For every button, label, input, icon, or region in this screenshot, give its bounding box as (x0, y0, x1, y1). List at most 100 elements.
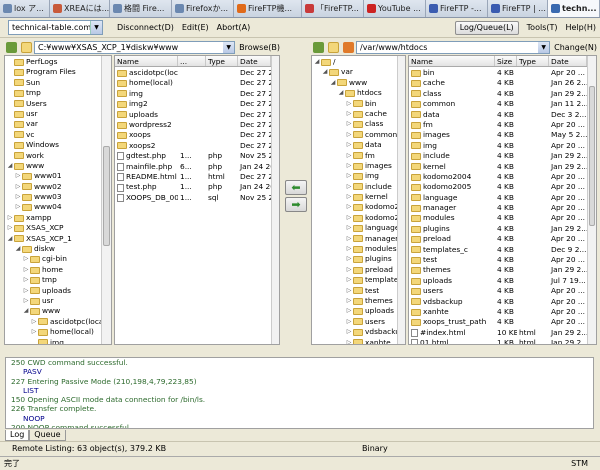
file-row[interactable]: users 4 KB Apr 20 ... (409, 286, 596, 296)
browser-tab[interactable]: FireFTP機... (234, 0, 302, 17)
expand-toggle-icon[interactable]: ▷ (345, 234, 353, 244)
browser-tab[interactable]: FireFTP -... (426, 0, 488, 17)
file-row[interactable]: vdsbackup 4 KB Apr 20 ... (409, 297, 596, 307)
local-folder-tree[interactable]: PerfLogs Program Files Sun tmp Users usr var vc… (4, 55, 112, 345)
expand-toggle-icon[interactable]: ◢ (22, 306, 30, 316)
expand-toggle-icon[interactable]: ▷ (345, 171, 353, 181)
local-path-input[interactable]: C:¥www¥XSAS_XCP_1¥diskw¥www ▼ (34, 40, 236, 54)
browser-tab[interactable]: 格闘 Fire... (110, 0, 172, 17)
tree-item[interactable]: ▷ users (312, 317, 398, 327)
file-row[interactable]: README.html1... html Dec 27 2... (115, 172, 279, 182)
expand-toggle-icon[interactable]: ▷ (345, 119, 353, 129)
tree-item[interactable]: Sun (5, 78, 101, 88)
expand-toggle-icon[interactable]: ▷ (14, 192, 22, 202)
log-tab[interactable]: Log (5, 430, 30, 441)
file-row[interactable]: uploads 4 KB Jul 7 19... (409, 276, 596, 286)
file-row[interactable]: wordpress2 Dec 27 2... (115, 120, 279, 130)
expand-toggle-icon[interactable]: ▷ (345, 99, 353, 109)
expand-toggle-icon[interactable]: ◢ (6, 161, 14, 171)
file-row[interactable]: kodomo2005 4 KB Apr 20 ... (409, 182, 596, 192)
tree-item[interactable]: work (5, 151, 101, 161)
tree-item[interactable]: Users (5, 99, 101, 109)
file-row[interactable]: images 4 KB May 5 2... (409, 130, 596, 140)
tree-item[interactable]: ▷ xanhte (312, 338, 398, 344)
remote-path-input[interactable]: /var/www/htdocs ▼ (356, 40, 551, 54)
tree-item[interactable]: ▷ fm (312, 151, 398, 161)
file-row[interactable]: kodomo2004 4 KB Apr 20 ... (409, 172, 596, 182)
file-row[interactable]: gdtest.php 1... php Nov 25 2... (115, 151, 279, 161)
folder-up-icon[interactable] (21, 41, 32, 53)
browser-tab[interactable]: XREAには... (50, 0, 110, 17)
tree-item[interactable]: ▷ bin (312, 99, 398, 109)
expand-toggle-icon[interactable]: ▷ (22, 265, 30, 275)
tree-item[interactable]: ◢ / (312, 57, 398, 67)
local-file-list[interactable]: Name ... Type Date ascidotpc(local) Dec 2… (114, 55, 280, 345)
tree-item[interactable]: ▷ images (312, 161, 398, 171)
tree-item[interactable]: ▷ cache (312, 109, 398, 119)
folder-up-icon[interactable] (328, 41, 339, 53)
tree-item[interactable]: Windows (5, 140, 101, 150)
tree-item[interactable]: ▷ data (312, 140, 398, 150)
expand-toggle-icon[interactable]: ▷ (22, 254, 30, 264)
expand-toggle-icon[interactable]: ▷ (345, 182, 353, 192)
tree-item[interactable]: img (5, 338, 101, 344)
tree-item[interactable]: ▷ tmp (5, 275, 101, 285)
tree-item[interactable]: ▷ language (312, 223, 398, 233)
file-row[interactable]: modules 4 KB Apr 20 ... (409, 213, 596, 223)
file-row[interactable]: mainfile.php 6... php Jan 24 2009 (115, 162, 279, 172)
file-row[interactable]: templates_c 4 KB Dec 9 2... (409, 245, 596, 255)
change-button[interactable]: Change(N) (550, 43, 597, 52)
tree-item[interactable]: usr (5, 109, 101, 119)
tree-item[interactable]: ◢ www (5, 161, 101, 171)
browser-tab[interactable]: FireFTP | ... (488, 0, 548, 17)
file-row[interactable]: cache 4 KB Jan 26 2... (409, 78, 596, 88)
file-row[interactable]: img 4 KB Apr 20 ... (409, 141, 596, 151)
tree-item[interactable]: ▷ kodomo2004 (312, 202, 398, 212)
expand-toggle-icon[interactable]: ▷ (345, 306, 353, 316)
file-row[interactable]: uploads Dec 27 2... (115, 110, 279, 120)
file-row[interactable]: img2 Dec 27 2... (115, 99, 279, 109)
browser-tab[interactable]: YouTube ... (364, 0, 426, 17)
file-row[interactable]: common 4 KB Jan 11 2... (409, 99, 596, 109)
account-select[interactable]: technical-table.com ▼ (8, 20, 103, 35)
expand-toggle-icon[interactable]: ▷ (345, 140, 353, 150)
file-row[interactable]: data 4 KB Dec 3 2... (409, 110, 596, 120)
file-row[interactable]: test.php 1... php Jan 24 2009 (115, 182, 279, 192)
file-row[interactable]: ascidotpc(local) Dec 27 2... (115, 68, 279, 78)
tree-item[interactable]: ▷ XSAS_XCP (5, 223, 101, 233)
transfer-mode[interactable]: Binary (362, 444, 388, 453)
scrollbar-thumb[interactable] (589, 86, 595, 226)
col-name[interactable]: Name (115, 56, 178, 66)
log-queue-button[interactable]: Log/Queue(L) (454, 20, 519, 35)
expand-toggle-icon[interactable]: ▷ (14, 202, 22, 212)
queue-tab[interactable]: Queue (29, 430, 66, 441)
tree-item[interactable]: ▷ kernel (312, 192, 398, 202)
remote-folder-tree[interactable]: ◢ / ◢ var ◢ www ◢ htdocs ▷ bin ▷ cache ▷ class ▷ common… (311, 55, 406, 345)
expand-toggle-icon[interactable]: ◢ (313, 57, 321, 67)
file-row[interactable]: xoops_trust_path 4 KB Apr 20 ... (409, 317, 596, 327)
tree-item[interactable]: ▷ www04 (5, 202, 101, 212)
upload-button[interactable]: ➡ (285, 197, 307, 212)
expand-toggle-icon[interactable]: ◢ (321, 67, 329, 77)
expand-toggle-icon[interactable]: ▷ (345, 151, 353, 161)
file-row[interactable]: kernel 4 KB Jan 29 2... (409, 162, 596, 172)
tree-item[interactable]: Program Files (5, 67, 101, 77)
tree-item[interactable]: ▷ cgi-bin (5, 254, 101, 264)
browser-tab[interactable]: Firefoxか... (172, 0, 234, 17)
abort-button[interactable]: Abort(A) (213, 23, 255, 32)
expand-toggle-icon[interactable]: ▷ (345, 327, 353, 337)
expand-toggle-icon[interactable]: ▷ (345, 265, 353, 275)
tree-item[interactable]: vc (5, 130, 101, 140)
tree-item[interactable]: ◢ htdocs (312, 88, 398, 98)
refresh-icon[interactable] (313, 41, 324, 53)
tree-item[interactable]: ◢ www (312, 78, 398, 88)
tree-item[interactable]: ▷ uploads (312, 306, 398, 316)
tree-item[interactable]: ▷ templates_c (312, 275, 398, 285)
expand-toggle-icon[interactable]: ▷ (345, 192, 353, 202)
browser-tab[interactable]: techn... (548, 0, 600, 17)
col-type[interactable]: Type (517, 56, 549, 66)
expand-toggle-icon[interactable]: ▷ (30, 317, 38, 327)
file-row[interactable]: #index.html 10 KB html Jan 29 2... (409, 328, 596, 338)
tree-item[interactable]: ▷ img (312, 171, 398, 181)
tree-item[interactable]: var (5, 119, 101, 129)
